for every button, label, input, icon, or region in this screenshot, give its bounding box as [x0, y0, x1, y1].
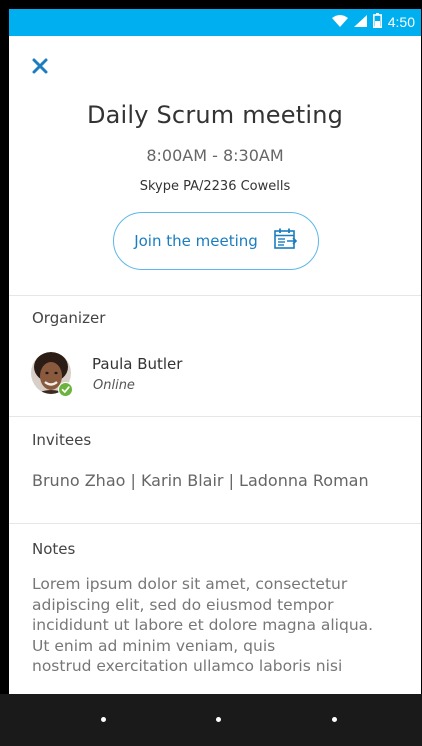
close-button[interactable]: [31, 57, 49, 75]
invitees-label: Invitees: [32, 431, 92, 449]
meeting-location: Skype PA/2236 Cowells: [139, 179, 291, 194]
organizer-name[interactable]: Paula Butler: [92, 355, 182, 373]
calendar-join-icon: [273, 228, 298, 254]
presence-online-indicator: [58, 382, 73, 397]
nav-back-button[interactable]: [101, 717, 106, 722]
wifi-icon: [331, 14, 348, 32]
status-bar: 4:50: [9, 9, 421, 36]
nav-recents-button[interactable]: [332, 717, 337, 722]
notes-label: Notes: [32, 540, 76, 558]
divider: [9, 295, 421, 296]
nav-home-button[interactable]: [216, 717, 221, 722]
signal-icon: [353, 14, 367, 32]
notes-body: Lorem ipsum dolor sit amet, consectetur …: [32, 575, 374, 675]
navigation-bar: [0, 694, 422, 746]
avatar[interactable]: [31, 352, 73, 397]
join-meeting-label: Join the meeting: [134, 232, 258, 250]
close-icon: [32, 58, 48, 74]
organizer-label: Organizer: [32, 309, 106, 327]
join-meeting-button[interactable]: Join the meeting: [113, 212, 319, 270]
device-frame: 4:50 Daily Scrum meeting 8:00AM - 8:30AM…: [0, 0, 422, 746]
divider: [9, 523, 421, 524]
screen: 4:50 Daily Scrum meeting 8:00AM - 8:30AM…: [9, 9, 421, 694]
meeting-title: Daily Scrum meeting: [86, 101, 344, 129]
organizer-status: Online: [93, 378, 135, 393]
invitees-list: Bruno Zhao | Karin Blair | Ladonna Roman: [32, 471, 369, 490]
status-time: 4:50: [387, 14, 415, 30]
divider: [9, 416, 421, 417]
battery-icon: [372, 12, 382, 33]
meeting-time: 8:00AM - 8:30AM: [146, 146, 284, 165]
status-icons: 4:50: [331, 12, 415, 33]
